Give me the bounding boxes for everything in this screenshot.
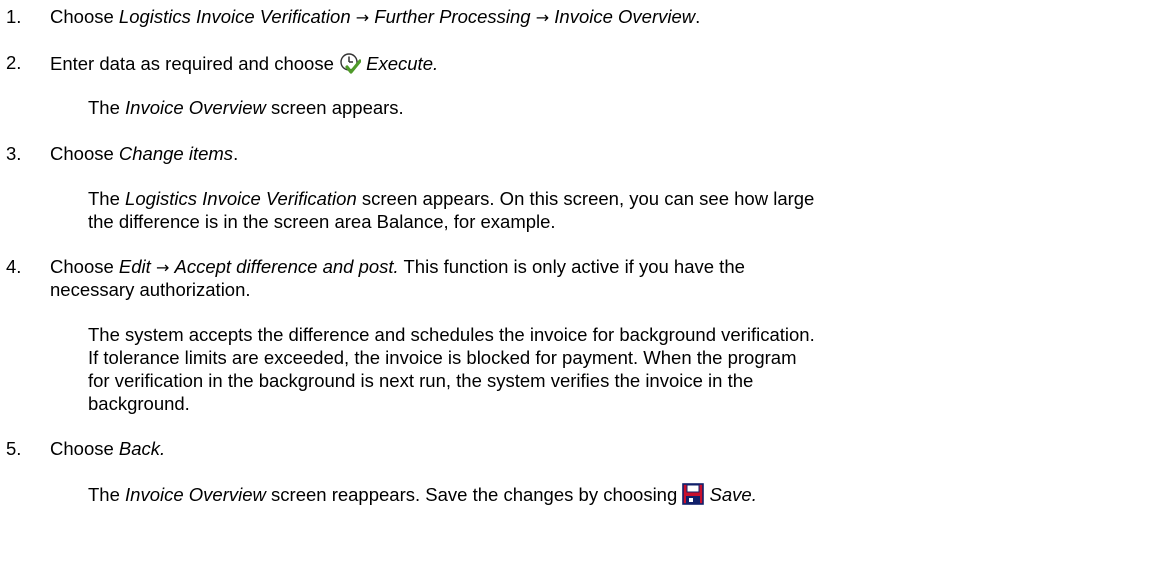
menu-arrow-icon: → xyxy=(355,8,370,27)
menu-path-item: Invoice Overview xyxy=(554,6,696,27)
execute-action-label: Execute. xyxy=(366,53,439,74)
menu-path-item: Edit xyxy=(118,256,151,277)
step-text: Choose xyxy=(50,6,119,27)
menu-arrow-icon: → xyxy=(535,8,550,27)
step-number: 1. xyxy=(6,6,22,27)
step-number: 2. xyxy=(6,52,22,73)
step-4-note-line: If tolerance limits are exceeded, the in… xyxy=(88,347,797,368)
step-text: Choose xyxy=(50,143,119,164)
menu-arrow-icon: → xyxy=(155,258,170,277)
save-floppy-icon xyxy=(682,483,705,510)
step-text: Enter data as required and choose xyxy=(50,53,334,74)
step-4-continuation: necessary authorization. xyxy=(50,279,251,300)
step-2-note: The Invoice Overview screen appears. xyxy=(88,97,404,118)
save-action-label: Save. xyxy=(709,484,757,505)
menu-path-item: Logistics Invoice Verification xyxy=(118,6,351,27)
step-4-note-line: The system accepts the difference and sc… xyxy=(88,324,815,345)
step-text: Choose xyxy=(50,438,119,459)
step-number: 5. xyxy=(6,438,22,459)
step-3-note-line: the difference is in the screen area Bal… xyxy=(88,211,556,232)
step-number: 4. xyxy=(6,256,22,277)
menu-path-item: Further Processing xyxy=(374,6,531,27)
menu-path-item: Accept difference and post. xyxy=(174,256,399,277)
step-text: Choose xyxy=(50,256,119,277)
step-number: 3. xyxy=(6,143,22,164)
procedure-document: 1. Choose Logistics Invoice Verification… xyxy=(0,0,1159,573)
step-3-note-line: The Logistics Invoice Verification scree… xyxy=(88,188,815,209)
execute-clock-check-icon xyxy=(339,52,362,79)
step-4-note-line: background. xyxy=(88,393,190,414)
step-5-note: The Invoice Overview screen reappears. S… xyxy=(88,483,757,510)
step-4-note-line: for verification in the background is ne… xyxy=(88,370,754,391)
